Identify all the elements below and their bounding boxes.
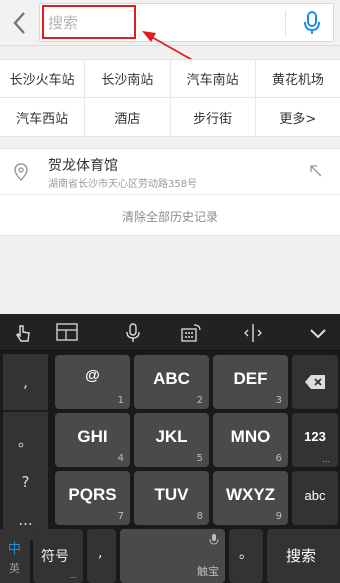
key-label: MNO bbox=[230, 427, 271, 446]
key-4[interactable]: GHI 4 bbox=[55, 413, 130, 467]
key-digit: 1 bbox=[117, 395, 124, 406]
key-label: 搜索 bbox=[286, 547, 317, 565]
hot-keyword[interactable]: 长沙南站 bbox=[85, 60, 171, 97]
language-switch-button[interactable]: 中 英 bbox=[0, 529, 30, 583]
hot-keyword[interactable]: 酒店 bbox=[85, 98, 171, 136]
key-digit: 8 bbox=[196, 511, 203, 522]
hide-keyboard-icon[interactable] bbox=[307, 323, 329, 343]
key-label: abc bbox=[304, 488, 326, 503]
key-label: @ bbox=[85, 367, 100, 384]
microphone-icon bbox=[209, 534, 219, 545]
key-dots: ... bbox=[69, 571, 77, 580]
punct-key[interactable]: , bbox=[3, 354, 48, 411]
hot-keywords-grid: 长沙火车站 长沙南站 汽车南站 黄花机场 汽车西站 酒店 步行街 更多> bbox=[0, 59, 340, 137]
key-2[interactable]: ABC 2 bbox=[134, 355, 209, 409]
hot-row: 长沙火车站 长沙南站 汽车南站 黄花机场 bbox=[0, 60, 340, 98]
history-title: 贺龙体育馆 bbox=[48, 158, 118, 174]
history-item[interactable]: 贺龙体育馆 湖南省长沙市天心区劳动路358号 bbox=[0, 149, 340, 195]
back-icon[interactable] bbox=[10, 10, 30, 36]
backspace-button[interactable] bbox=[292, 355, 338, 409]
comma-key[interactable]: , bbox=[87, 529, 116, 583]
key-label: GHI bbox=[77, 427, 108, 446]
abc-keyboard-button[interactable]: abc bbox=[292, 471, 338, 525]
key-5[interactable]: JKL 5 bbox=[134, 413, 209, 467]
key-label: PQRS bbox=[68, 485, 117, 504]
key-label: WXYZ bbox=[225, 485, 276, 504]
layout-switch-icon[interactable] bbox=[56, 323, 80, 343]
clear-history-button[interactable]: 清除全部历史记录 bbox=[0, 196, 340, 236]
more-link[interactable]: 更多> bbox=[256, 98, 340, 136]
key-dots: ... bbox=[322, 455, 330, 464]
key-brand-label: 触宝 bbox=[197, 565, 219, 578]
period-key[interactable]: 。 bbox=[229, 529, 263, 583]
keyboard-toolbar bbox=[0, 314, 340, 351]
key-label: TUV bbox=[154, 485, 189, 504]
voice-input-icon[interactable] bbox=[122, 323, 144, 343]
key-digit: 9 bbox=[275, 511, 282, 522]
key-label: JKL bbox=[155, 427, 188, 446]
cursor-move-icon[interactable] bbox=[242, 323, 264, 343]
search-history: 贺龙体育馆 湖南省长沙市天心区劳动路358号 清除全部历史记录 bbox=[0, 148, 340, 236]
key-digit: 3 bbox=[275, 395, 282, 406]
symbol-button[interactable]: 符号 ... bbox=[33, 529, 83, 583]
key-9[interactable]: WXYZ 9 bbox=[213, 471, 288, 525]
key-digit: 4 bbox=[117, 453, 124, 464]
key-6[interactable]: MNO 6 bbox=[213, 413, 288, 467]
lang-english-label: 英 bbox=[9, 562, 20, 575]
key-label: DEF bbox=[233, 369, 268, 388]
keyboard-switch-icon[interactable] bbox=[180, 323, 202, 343]
key-digit: 5 bbox=[196, 453, 203, 464]
key-8[interactable]: TUV 8 bbox=[134, 471, 209, 525]
history-address: 湖南省长沙市天心区劳动路358号 bbox=[48, 179, 198, 190]
key-1[interactable]: @ 1 bbox=[55, 355, 130, 409]
numeric-keyboard-button[interactable]: 123 ... bbox=[292, 413, 338, 467]
key-7[interactable]: PQRS 7 bbox=[55, 471, 130, 525]
key-label: 123 bbox=[304, 429, 326, 444]
top-bar: 搜索 bbox=[0, 0, 340, 46]
key-label: , bbox=[98, 545, 103, 561]
space-key[interactable]: 触宝 bbox=[120, 529, 225, 583]
key-digit: 6 bbox=[275, 453, 282, 464]
hot-row: 汽车西站 酒店 步行街 更多> bbox=[0, 98, 340, 136]
key-label: 符号 bbox=[41, 549, 69, 565]
cursor-hand-icon[interactable] bbox=[12, 323, 34, 343]
annotation-highlight-box bbox=[42, 5, 136, 39]
key-digit: 2 bbox=[196, 395, 203, 406]
hot-keyword[interactable]: 汽车南站 bbox=[171, 60, 256, 97]
key-digit: 7 bbox=[117, 511, 124, 522]
hot-keyword[interactable]: 黄花机场 bbox=[256, 60, 340, 97]
key-label: ABC bbox=[153, 369, 190, 388]
hot-keyword[interactable]: 长沙火车站 bbox=[0, 60, 86, 97]
location-pin-icon bbox=[14, 163, 28, 181]
hot-keyword[interactable]: 步行街 bbox=[171, 98, 256, 136]
fill-arrow-icon[interactable] bbox=[309, 164, 323, 178]
backspace-icon bbox=[305, 375, 325, 389]
divider bbox=[285, 10, 286, 36]
hot-keyword[interactable]: 汽车西站 bbox=[0, 98, 86, 136]
search-submit-button[interactable]: 搜索 bbox=[267, 529, 340, 583]
key-3[interactable]: DEF 3 bbox=[213, 355, 288, 409]
punct-key[interactable]: ? bbox=[3, 460, 48, 504]
lang-chinese-label: 中 bbox=[8, 542, 22, 557]
keyboard: , 。 ? ... @ 1 ABC 2 DEF 3 GHI 4 JKL 5 MN… bbox=[0, 314, 340, 583]
key-label: 。 bbox=[239, 546, 253, 562]
microphone-icon[interactable] bbox=[302, 10, 322, 36]
